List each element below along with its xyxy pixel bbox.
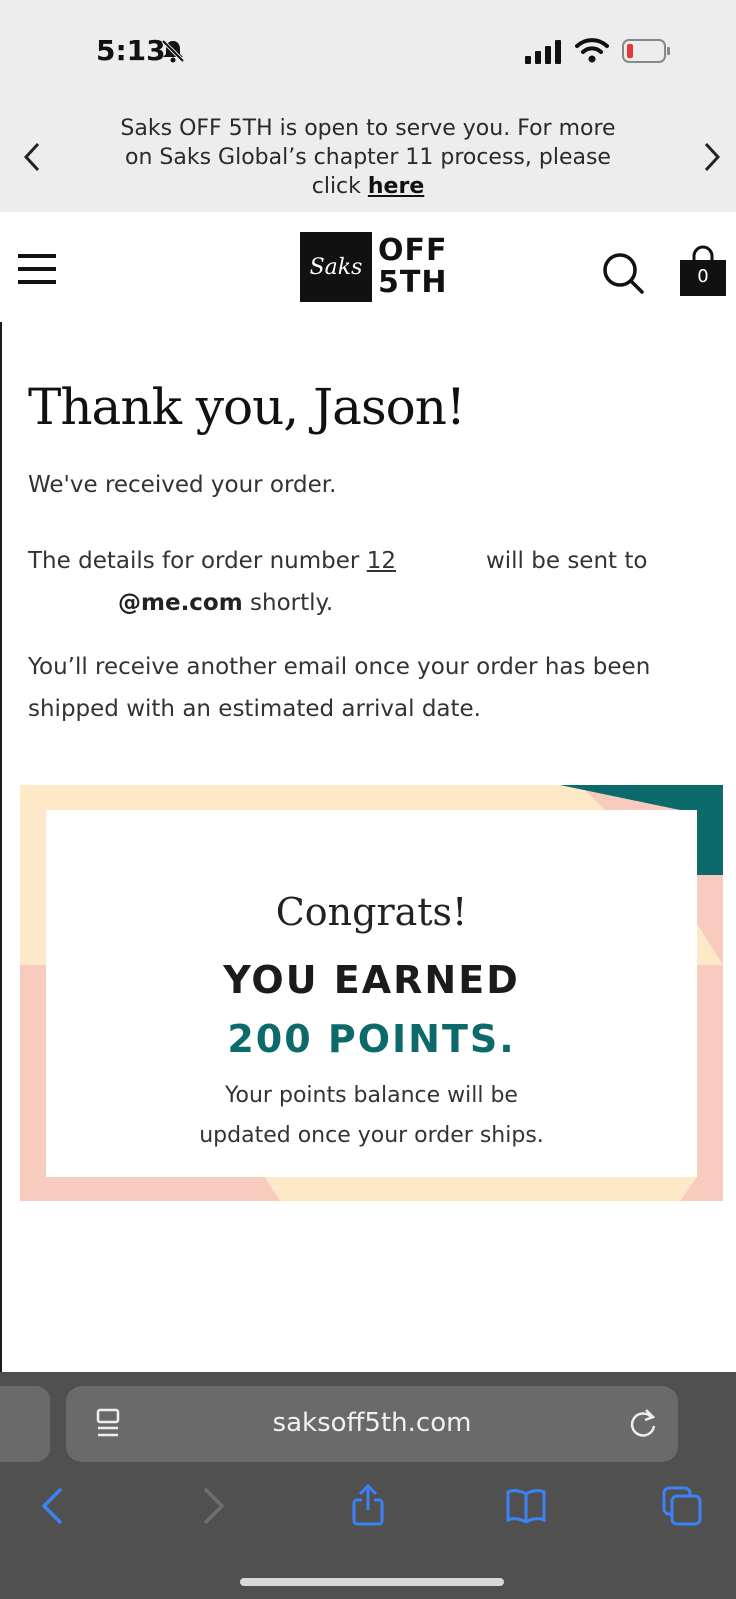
announcement-banner: Saks OFF 5TH is open to serve you. For m… (0, 100, 736, 212)
logo-wordmark: OFF 5TH (378, 235, 448, 299)
email-domain: @me.com (118, 590, 243, 616)
logo-line-5th: 5TH (378, 265, 448, 300)
points-card-body: Congrats! YOU EARNED 200 POINTS. Your po… (46, 810, 697, 1177)
back-arrow-icon[interactable] (32, 1484, 76, 1528)
home-indicator (240, 1578, 504, 1586)
logo-line-off: OFF (378, 233, 448, 268)
search-icon[interactable] (600, 250, 646, 296)
points-note: Your points balance will be updated once… (46, 1076, 697, 1156)
status-time: 5:13 (96, 34, 166, 67)
previous-tab-pill[interactable] (0, 1386, 50, 1462)
battery-low-icon (622, 39, 670, 63)
site-header: Saks OFF 5TH 0 (0, 212, 736, 322)
hamburger-menu-icon[interactable] (18, 252, 58, 286)
order-received-text: We've received your order. (28, 472, 337, 498)
you-earned-text: YOU EARNED (223, 958, 520, 1002)
forward-arrow-icon[interactable] (190, 1484, 234, 1528)
banner-prev-arrow-icon[interactable] (18, 140, 44, 174)
shopping-bag-button[interactable]: 0 (678, 244, 728, 298)
order-details-text: The details for order number 12 will be s… (28, 540, 718, 624)
email-suffix: shortly. (250, 590, 334, 616)
points-note-text: Your points balance will be updated once… (199, 1083, 544, 1148)
order-number: 12 (366, 548, 396, 574)
banner-message: Saks OFF 5TH is open to serve you. For m… (120, 114, 616, 201)
bell-off-icon (161, 39, 185, 63)
banner-next-arrow-icon[interactable] (700, 140, 726, 174)
url-text: saksoff5th.com (272, 1408, 472, 1438)
address-bar[interactable]: saksoff5th.com (66, 1386, 678, 1462)
page-title: Thank you, Jason! (28, 378, 466, 436)
share-icon[interactable] (346, 1484, 390, 1528)
points-earned-card: Congrats! YOU EARNED 200 POINTS. Your po… (20, 785, 723, 1201)
bookmarks-icon[interactable] (504, 1484, 548, 1528)
redacted-email (28, 590, 118, 617)
status-bar: 5:13 (0, 0, 736, 100)
browser-toolbar: saksoff5th.com (0, 1372, 736, 1599)
redacted-order-number (395, 548, 486, 575)
logo-saks-mark: Saks (300, 232, 372, 302)
wifi-icon (575, 38, 609, 63)
shipping-note: You’ll receive another email once your o… (28, 654, 651, 722)
banner-here-link[interactable]: here (368, 174, 424, 199)
tabs-icon[interactable] (660, 1484, 704, 1528)
details-suffix: will be sent to (485, 548, 648, 574)
points-amount: 200 POINTS. (227, 1017, 516, 1061)
bag-count: 0 (697, 266, 709, 287)
reload-icon[interactable] (626, 1406, 660, 1440)
details-prefix: The details for order number (28, 548, 360, 574)
saks-off-5th-logo[interactable]: Saks OFF 5TH (300, 232, 448, 302)
cellular-signal-icon (525, 40, 561, 64)
congrats-heading: Congrats! (275, 890, 468, 934)
